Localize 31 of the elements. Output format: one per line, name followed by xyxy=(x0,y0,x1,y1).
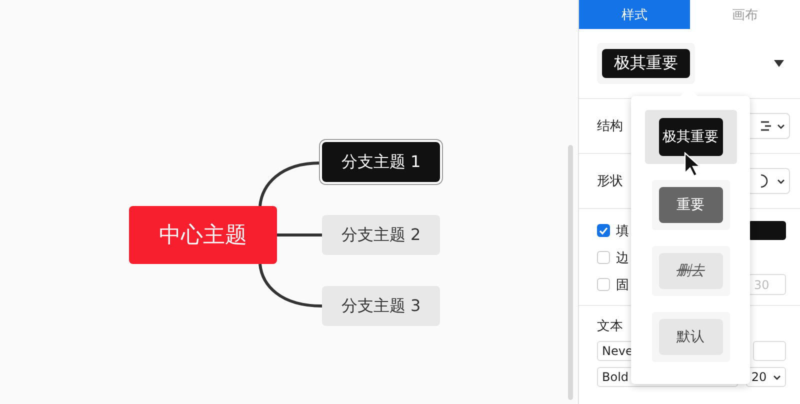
option-label: 边 xyxy=(616,250,629,266)
color-field[interactable] xyxy=(752,341,786,361)
font-size-select[interactable]: 20 xyxy=(746,367,786,387)
fill-color-swatch[interactable] xyxy=(748,221,786,240)
option-label: 填 xyxy=(616,222,629,240)
chevron-icon xyxy=(777,178,785,184)
section-label: 结构 xyxy=(597,118,623,135)
checkbox[interactable] xyxy=(597,224,610,237)
style-option[interactable]: 删去 xyxy=(652,246,730,296)
style-preview[interactable]: 极其重要 xyxy=(597,43,695,84)
structure-icon xyxy=(761,120,771,132)
style-option[interactable]: 默认 xyxy=(652,312,730,362)
option-label: 固 xyxy=(616,276,629,294)
connector-line xyxy=(277,234,322,236)
checkbox[interactable] xyxy=(597,251,610,264)
style-option[interactable]: 极其重要 xyxy=(644,110,736,164)
chevron-icon xyxy=(777,124,785,128)
branch-topic[interactable]: 分支主题 2 xyxy=(322,215,440,255)
section-label: 文本 xyxy=(597,318,624,335)
chevron-icon xyxy=(773,374,781,380)
dropdown-arrow-icon[interactable] xyxy=(774,60,784,67)
style-option[interactable]: 重要 xyxy=(652,180,730,230)
connector-line xyxy=(258,162,320,206)
tab[interactable]: 样式 xyxy=(579,0,690,29)
central-topic[interactable]: 中心主题 xyxy=(129,206,277,264)
checkbox[interactable] xyxy=(597,278,610,291)
scrollbar[interactable] xyxy=(568,145,573,400)
branch-topic[interactable]: 分支主题 1 xyxy=(322,142,440,182)
connector-line xyxy=(258,264,322,308)
branch-topic[interactable]: 分支主题 3 xyxy=(322,286,440,326)
section-label: 形状 xyxy=(597,173,623,190)
